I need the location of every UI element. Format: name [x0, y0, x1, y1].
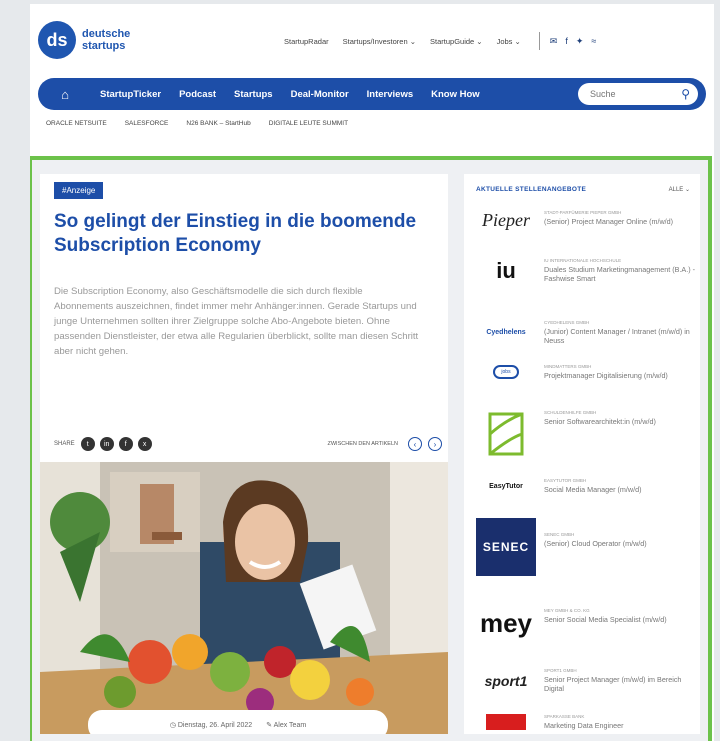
meta-card: ◷ Dienstag, 26. April 2022 ✎ Alex Team	[88, 710, 388, 734]
job-title[interactable]: (Senior) Project Manager Online (m/w/d)	[544, 217, 673, 226]
hero-image: ◷ Dienstag, 26. April 2022 ✎ Alex Team	[40, 462, 448, 734]
page: ds deutsche startups StartupRadar Startu…	[30, 4, 714, 741]
top-nav-startups-investoren[interactable]: Startups/Investoren ⌄	[343, 37, 416, 46]
facebook-share-icon[interactable]: f	[118, 437, 133, 451]
ad-tag[interactable]: #Anzeige	[54, 182, 104, 199]
job-item[interactable]: SENEC SENEC GmbH (Senior) Cloud Operator …	[476, 518, 696, 576]
job-item[interactable]: Sparkasse Bank Marketing Data Engineer	[476, 714, 696, 730]
company-logo: sport1	[484, 672, 528, 689]
job-item[interactable]: sport1 Sport1 GmbH Senior Project Manager…	[476, 668, 696, 693]
author-text[interactable]: ✎ Alex Team	[266, 721, 306, 729]
next-article-label: ZWISCHEN DEN ARTIKELN	[327, 441, 399, 447]
nav-interviews[interactable]: Interviews	[367, 89, 413, 100]
twitter-icon[interactable]: ✦	[576, 36, 584, 47]
article-lead: Die Subscription Economy, also Geschäfts…	[54, 286, 419, 357]
article-card: #Anzeige So gelingt der Einstieg in die …	[40, 174, 448, 734]
job-title[interactable]: (Senior) Cloud Operator (m/w/d)	[544, 539, 647, 548]
job-title[interactable]: Marketing Data Engineer	[544, 721, 624, 730]
sponsor-link-digitale-leute[interactable]: DIGITALE LEUTE SUMMIT	[269, 120, 348, 127]
top-nav-startupguide[interactable]: StartupGuide ⌄	[430, 37, 483, 46]
sponsor-nav: ORACLE NETSUITE SALESFORCE N26 BANK – St…	[46, 120, 366, 127]
divider	[538, 32, 540, 50]
search-input[interactable]	[590, 89, 670, 99]
next-arrow-icon[interactable]: ›	[428, 437, 442, 451]
logo-mark: ds	[38, 21, 76, 59]
search-box: ⚲	[578, 83, 698, 105]
company-logo	[476, 410, 536, 458]
jobs-title: AKTUELLE STELLENANGEBOTE	[476, 186, 587, 193]
company-logo: jobs	[476, 364, 536, 380]
job-title[interactable]: Social Media Manager (m/w/d)	[544, 485, 641, 494]
main-nav: ⌂ StartupTicker Podcast Startups Deal-Mo…	[38, 78, 706, 110]
job-title[interactable]: Duales Studium Marketingmanagement (B.A.…	[544, 265, 696, 283]
job-item[interactable]: Schuldenhilfe GmbH Senior Softwarearchite…	[476, 410, 696, 458]
nav-know-how[interactable]: Know How	[431, 89, 480, 100]
mail-icon[interactable]: ✉	[550, 36, 558, 47]
company-logo: EasyTutor	[489, 482, 523, 490]
social-links: ✉ f ✦ ≈	[550, 36, 597, 47]
article-title[interactable]: So gelingt der Einstieg in die boomende …	[54, 210, 444, 258]
home-icon[interactable]: ⌂	[48, 87, 82, 102]
nav-podcast[interactable]: Podcast	[179, 89, 216, 100]
hero-illustration	[40, 462, 448, 734]
jobs-all-dropdown[interactable]: ALLE ⌄	[669, 186, 690, 193]
company-logo: Pieper	[482, 210, 530, 230]
job-item[interactable]: jobs Mindmatters GmbH Projektmanager Digi…	[476, 364, 696, 380]
top-nav-startupradar[interactable]: StartupRadar	[284, 37, 329, 46]
nav-deal-monitor[interactable]: Deal-Monitor	[291, 89, 349, 100]
job-title[interactable]: Senior Social Media Specialist (m/w/d)	[544, 615, 667, 624]
share-bar: SHARE t in f x ZWISCHEN DEN ARTIKELN ‹ ›	[54, 436, 444, 452]
job-item[interactable]: EasyTutor EasyTutor GmbH Social Media Man…	[476, 478, 696, 494]
linkedin-share-icon[interactable]: in	[99, 437, 114, 451]
top-nav-jobs[interactable]: Jobs ⌄	[497, 37, 521, 46]
share-label: SHARE	[54, 441, 75, 447]
sponsor-link-oracle[interactable]: ORACLE NETSUITE	[46, 120, 107, 127]
facebook-icon[interactable]: f	[565, 36, 568, 47]
green-leaf-icon	[488, 412, 524, 456]
job-title[interactable]: (Junior) Content Manager / Intranet (m/w…	[544, 327, 696, 345]
job-title[interactable]: Senior Project Manager (m/w/d) im Bereic…	[544, 675, 696, 693]
company-logo: iu	[496, 258, 516, 283]
job-item[interactable]: Cyedhelens Cyedhelens GmbH (Junior) Conte…	[476, 320, 696, 345]
prev-arrow-icon[interactable]: ‹	[408, 437, 422, 451]
highlight-frame: #Anzeige So gelingt der Einstieg in die …	[30, 156, 712, 741]
site-logo[interactable]: ds deutsche startups	[38, 21, 130, 59]
job-item[interactable]: iu IU Internationale Hochschule Duales St…	[476, 258, 696, 284]
twitter-share-icon[interactable]: t	[80, 437, 95, 451]
job-sidebar: AKTUELLE STELLENANGEBOTE ALLE ⌄ Pieper S…	[464, 174, 700, 734]
logo-wordmark: deutsche startups	[82, 28, 131, 52]
search-icon[interactable]: ⚲	[681, 87, 690, 101]
nav-startups[interactable]: Startups	[234, 89, 273, 100]
job-item[interactable]: mey Mey GmbH & Co. KG Senior Social Media…	[476, 608, 696, 639]
job-title[interactable]: Senior Softwarearchitekt:in (m/w/d)	[544, 417, 656, 426]
date-text: ◷ Dienstag, 26. April 2022	[169, 722, 253, 729]
rss-icon[interactable]: ≈	[591, 36, 596, 47]
top-header: ds deutsche startups StartupRadar Startu…	[30, 4, 714, 72]
sponsor-link-n26[interactable]: N26 BANK – StartHub	[186, 120, 250, 127]
company-logo: Cyedhelens	[486, 329, 526, 336]
company-logo: SENEC	[476, 518, 536, 576]
xing-share-icon[interactable]: x	[137, 437, 152, 451]
nav-startupticker[interactable]: StartupTicker	[100, 89, 161, 100]
company-logo: mey	[479, 608, 533, 638]
company-logo	[476, 714, 536, 730]
top-nav: StartupRadar Startups/Investoren ⌄ Start…	[284, 32, 596, 50]
job-title[interactable]: Projektmanager Digitalisierung (m/w/d)	[544, 371, 668, 380]
sponsor-link-salesforce[interactable]: SALESFORCE	[125, 120, 169, 127]
job-item[interactable]: Pieper Stadt-Parfümerie Pieper GmbH (Seni…	[476, 210, 696, 231]
